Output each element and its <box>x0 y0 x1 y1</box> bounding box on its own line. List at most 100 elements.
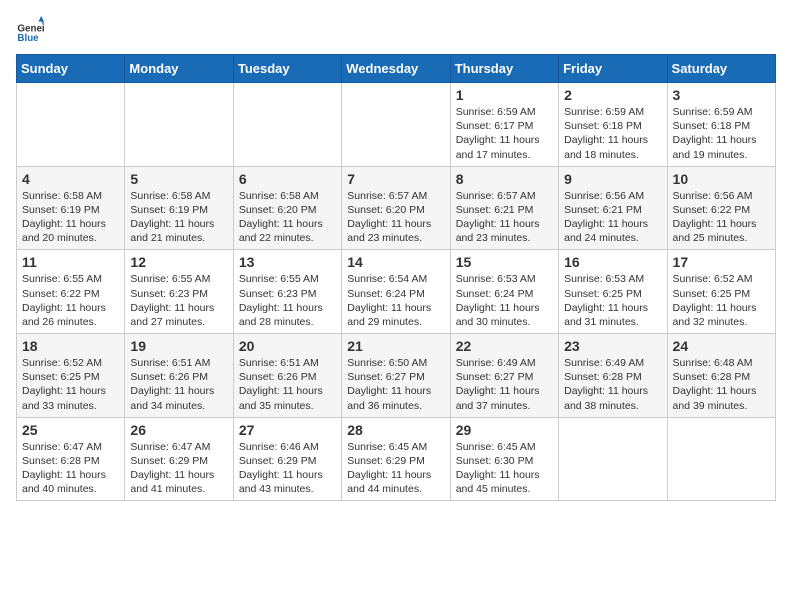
svg-text:Blue: Blue <box>17 33 39 44</box>
day-info: Sunrise: 6:59 AMSunset: 6:17 PMDaylight:… <box>456 105 553 162</box>
calendar-cell: 16 Sunrise: 6:53 AMSunset: 6:25 PMDayligh… <box>559 250 667 334</box>
day-info: Sunrise: 6:49 AMSunset: 6:28 PMDaylight:… <box>564 356 661 413</box>
calendar-cell: 1 Sunrise: 6:59 AMSunset: 6:17 PMDaylight… <box>450 83 558 167</box>
day-number: 27 <box>239 422 336 438</box>
calendar-cell: 5 Sunrise: 6:58 AMSunset: 6:19 PMDaylight… <box>125 166 233 250</box>
day-info: Sunrise: 6:59 AMSunset: 6:18 PMDaylight:… <box>673 105 770 162</box>
day-info: Sunrise: 6:52 AMSunset: 6:25 PMDaylight:… <box>22 356 119 413</box>
day-number: 9 <box>564 171 661 187</box>
day-info: Sunrise: 6:54 AMSunset: 6:24 PMDaylight:… <box>347 272 444 329</box>
day-number: 20 <box>239 338 336 354</box>
calendar-cell: 17 Sunrise: 6:52 AMSunset: 6:25 PMDayligh… <box>667 250 775 334</box>
week-row-4: 18 Sunrise: 6:52 AMSunset: 6:25 PMDayligh… <box>17 334 776 418</box>
day-number: 3 <box>673 87 770 103</box>
day-number: 21 <box>347 338 444 354</box>
day-number: 7 <box>347 171 444 187</box>
day-info: Sunrise: 6:50 AMSunset: 6:27 PMDaylight:… <box>347 356 444 413</box>
day-number: 14 <box>347 254 444 270</box>
day-number: 28 <box>347 422 444 438</box>
calendar-cell: 26Sunrise: 6:47 AMSunset: 6:29 PMDayligh… <box>125 417 233 501</box>
day-number: 11 <box>22 254 119 270</box>
day-info: Sunrise: 6:59 AMSunset: 6:18 PMDaylight:… <box>564 105 661 162</box>
calendar-cell: 28 Sunrise: 6:45 AMSunset: 6:29 PMDayligh… <box>342 417 450 501</box>
calendar-header-row: SundayMondayTuesdayWednesdayThursdayFrid… <box>17 55 776 83</box>
day-number: 29 <box>456 422 553 438</box>
day-info: Sunrise: 6:55 AMSunset: 6:23 PMDaylight:… <box>130 272 227 329</box>
day-info: Sunrise: 6:55 AMSunset: 6:22 PMDaylight:… <box>22 272 119 329</box>
calendar-cell: 27 Sunrise: 6:46 AMSunset: 6:29 PMDayligh… <box>233 417 341 501</box>
calendar-cell: 20 Sunrise: 6:51 AMSunset: 6:26 PMDayligh… <box>233 334 341 418</box>
calendar-cell <box>17 83 125 167</box>
day-number: 2 <box>564 87 661 103</box>
logo: General Blue <box>16 16 44 44</box>
calendar-cell: 19 Sunrise: 6:51 AMSunset: 6:26 PMDayligh… <box>125 334 233 418</box>
column-header-sunday: Sunday <box>17 55 125 83</box>
day-info: Sunrise: 6:58 AMSunset: 6:20 PMDaylight:… <box>239 189 336 246</box>
day-info: Sunrise: 6:56 AMSunset: 6:21 PMDaylight:… <box>564 189 661 246</box>
logo-icon: General Blue <box>16 16 44 44</box>
calendar-cell: 11 Sunrise: 6:55 AMSunset: 6:22 PMDayligh… <box>17 250 125 334</box>
day-number: 23 <box>564 338 661 354</box>
page-header: General Blue <box>16 16 776 44</box>
calendar-cell: 21 Sunrise: 6:50 AMSunset: 6:27 PMDayligh… <box>342 334 450 418</box>
column-header-saturday: Saturday <box>667 55 775 83</box>
day-number: 22 <box>456 338 553 354</box>
calendar-cell: 14 Sunrise: 6:54 AMSunset: 6:24 PMDayligh… <box>342 250 450 334</box>
day-info: Sunrise: 6:45 AMSunset: 6:29 PMDaylight:… <box>347 440 444 497</box>
calendar-cell <box>667 417 775 501</box>
day-info: Sunrise: 6:58 AMSunset: 6:19 PMDaylight:… <box>130 189 227 246</box>
calendar-cell <box>125 83 233 167</box>
day-number: 10 <box>673 171 770 187</box>
column-header-friday: Friday <box>559 55 667 83</box>
calendar-cell: 3 Sunrise: 6:59 AMSunset: 6:18 PMDaylight… <box>667 83 775 167</box>
week-row-3: 11 Sunrise: 6:55 AMSunset: 6:22 PMDayligh… <box>17 250 776 334</box>
day-number: 6 <box>239 171 336 187</box>
calendar-cell: 13 Sunrise: 6:55 AMSunset: 6:23 PMDayligh… <box>233 250 341 334</box>
day-info: Sunrise: 6:53 AMSunset: 6:25 PMDaylight:… <box>564 272 661 329</box>
day-number: 1 <box>456 87 553 103</box>
calendar-cell: 7 Sunrise: 6:57 AMSunset: 6:20 PMDaylight… <box>342 166 450 250</box>
day-number: 19 <box>130 338 227 354</box>
day-info: Sunrise: 6:52 AMSunset: 6:25 PMDaylight:… <box>673 272 770 329</box>
week-row-5: 25 Sunrise: 6:47 AMSunset: 6:28 PMDayligh… <box>17 417 776 501</box>
day-number: 12 <box>130 254 227 270</box>
day-info: Sunrise: 6:51 AMSunset: 6:26 PMDaylight:… <box>130 356 227 413</box>
day-number: 26 <box>130 422 227 438</box>
calendar-cell: 9 Sunrise: 6:56 AMSunset: 6:21 PMDaylight… <box>559 166 667 250</box>
day-number: 18 <box>22 338 119 354</box>
calendar-cell <box>559 417 667 501</box>
calendar-cell: 18 Sunrise: 6:52 AMSunset: 6:25 PMDayligh… <box>17 334 125 418</box>
day-number: 24 <box>673 338 770 354</box>
day-info: Sunrise: 6:53 AMSunset: 6:24 PMDaylight:… <box>456 272 553 329</box>
calendar-cell: 10 Sunrise: 6:56 AMSunset: 6:22 PMDayligh… <box>667 166 775 250</box>
day-number: 25 <box>22 422 119 438</box>
column-header-wednesday: Wednesday <box>342 55 450 83</box>
day-number: 5 <box>130 171 227 187</box>
week-row-1: 1 Sunrise: 6:59 AMSunset: 6:17 PMDaylight… <box>17 83 776 167</box>
calendar-table: SundayMondayTuesdayWednesdayThursdayFrid… <box>16 54 776 501</box>
day-info: Sunrise: 6:48 AMSunset: 6:28 PMDaylight:… <box>673 356 770 413</box>
day-info: Sunrise: 6:55 AMSunset: 6:23 PMDaylight:… <box>239 272 336 329</box>
day-info: Sunrise: 6:49 AMSunset: 6:27 PMDaylight:… <box>456 356 553 413</box>
day-number: 17 <box>673 254 770 270</box>
day-info: Sunrise: 6:46 AMSunset: 6:29 PMDaylight:… <box>239 440 336 497</box>
calendar-cell <box>233 83 341 167</box>
calendar-cell: 24 Sunrise: 6:48 AMSunset: 6:28 PMDayligh… <box>667 334 775 418</box>
calendar-cell: 22 Sunrise: 6:49 AMSunset: 6:27 PMDayligh… <box>450 334 558 418</box>
week-row-2: 4Sunrise: 6:58 AMSunset: 6:19 PMDaylight… <box>17 166 776 250</box>
calendar-cell: 15 Sunrise: 6:53 AMSunset: 6:24 PMDayligh… <box>450 250 558 334</box>
column-header-monday: Monday <box>125 55 233 83</box>
day-number: 16 <box>564 254 661 270</box>
column-header-thursday: Thursday <box>450 55 558 83</box>
day-info: Sunrise: 6:57 AMSunset: 6:20 PMDaylight:… <box>347 189 444 246</box>
day-number: 13 <box>239 254 336 270</box>
calendar-cell: 29Sunrise: 6:45 AMSunset: 6:30 PMDayligh… <box>450 417 558 501</box>
day-info: Sunrise: 6:47 AMSunset: 6:28 PMDaylight:… <box>22 440 119 497</box>
day-number: 8 <box>456 171 553 187</box>
calendar-cell: 6 Sunrise: 6:58 AMSunset: 6:20 PMDaylight… <box>233 166 341 250</box>
day-info: Sunrise: 6:51 AMSunset: 6:26 PMDaylight:… <box>239 356 336 413</box>
day-info: Sunrise: 6:56 AMSunset: 6:22 PMDaylight:… <box>673 189 770 246</box>
day-info: Sunrise: 6:58 AMSunset: 6:19 PMDaylight:… <box>22 189 119 246</box>
calendar-cell: 8Sunrise: 6:57 AMSunset: 6:21 PMDaylight… <box>450 166 558 250</box>
day-number: 15 <box>456 254 553 270</box>
